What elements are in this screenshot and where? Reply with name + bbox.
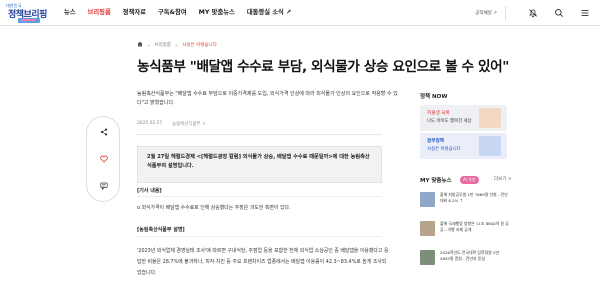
news-item[interactable]: 2026학년도 전국대학 입학정원 2만 4893명 증원…전년과 동일 <box>420 250 510 274</box>
news-headline: 올해 국세행정 방향은 11조 8800억 원 공공…이행 과제 공개 <box>440 221 509 232</box>
breadcrumb: > 브리핑룸 > 사실은 이렇습니다 <box>137 41 217 49</box>
banner-line2: 사실은 이렇습니다 <box>427 147 461 152</box>
banner-line1: 저출생 극복 <box>427 111 450 116</box>
summary-box: 2월 27일 헤럴드경제 <[헤럴드광장 칼럼] 외식물가 상승, 배달앱 수수… <box>137 146 382 183</box>
nav-policy-data[interactable]: 정책자료 <box>123 7 146 19</box>
policy-now-title: 정책 NOW <box>420 94 448 100</box>
ai-badge: AI 추천 <box>460 176 479 184</box>
section-heading-article: [기사 내용] <box>137 188 162 194</box>
banner-image <box>479 108 501 128</box>
breadcrumb-separator: > <box>147 42 151 48</box>
bell-slash-icon[interactable] <box>526 6 540 20</box>
header-right: 공직채널 ↗ <box>475 4 592 22</box>
banner-line1: 정부정책 <box>427 139 444 144</box>
article-paragraph: o 외식가격이 배달앱 수수료로 인해 상승했다는 주장은 과도한 측면이 있다… <box>137 205 291 211</box>
header-separator <box>505 6 506 20</box>
my-news-title: MY 맞춤뉴스 <box>420 178 452 184</box>
news-thumbnail <box>420 221 435 236</box>
article-source-link[interactable]: 농림축산식품부 ↗ <box>172 121 205 127</box>
article-date: 2025.02.27 <box>137 121 163 126</box>
breadcrumb-separator: > <box>174 42 179 48</box>
logo-mark <box>18 18 40 23</box>
news-headline: 올해 지방공무원 1만 7669명 선발…전년대비 8.2% ↑ <box>440 192 508 203</box>
news-thumbnail <box>420 192 435 207</box>
share-toolbar <box>86 116 120 202</box>
news-thumbnail <box>420 250 435 265</box>
nav-news[interactable]: 뉴스 <box>64 7 76 19</box>
breadcrumb-briefing-room[interactable]: 브리핑룸 <box>154 42 171 48</box>
menu-icon[interactable] <box>578 6 592 20</box>
banner-line2: 나도 아이도 행복한 세상 <box>427 119 472 124</box>
banner-low-birth[interactable]: 저출생 극복 나도 아이도 행복한 세상 <box>420 105 507 131</box>
search-icon[interactable] <box>552 6 566 20</box>
nav-subscribe[interactable]: 구독&참여 <box>158 7 187 19</box>
home-icon[interactable] <box>137 41 143 49</box>
top-header: 대한민국 정책브리핑 뉴스 브리핑룸 정책자료 구독&참여 MY 맞춤뉴스 대통… <box>0 0 600 26</box>
nav-my-news[interactable]: MY 맞춤뉴스 <box>199 7 235 19</box>
article-paragraph: '2023년 외식업체 경영실태 조사'에 따르면 구내식당, 주점업 등을 포… <box>137 248 389 276</box>
more-link[interactable]: 더보기 > <box>494 176 512 182</box>
site-logo[interactable]: 대한민국 정책브리핑 <box>6 3 48 23</box>
news-item[interactable]: 올해 지방공무원 1만 7669명 선발…전년대비 8.2% ↑ <box>420 192 510 216</box>
share-icon[interactable] <box>99 127 109 137</box>
article-lead: 농림축산식품부는 "배달앱 수수료 부담으로 이중가격제를 도입, 외식가격 인… <box>137 91 398 106</box>
main-nav: 뉴스 브리핑룸 정책자료 구독&참여 MY 맞춤뉴스 대통령실 소식 ↗ <box>64 7 303 19</box>
news-item[interactable]: 올해 국세행정 방향은 11조 8800억 원 공공…이행 과제 공개 <box>420 221 510 245</box>
heart-icon[interactable] <box>99 154 109 164</box>
banner-image <box>479 136 501 156</box>
meta-divider <box>137 134 382 135</box>
news-headline: 2026학년도 전국대학 입학정원 2만 4893명 증원…전년과 동일 <box>440 250 500 261</box>
comment-icon[interactable] <box>99 181 109 191</box>
breadcrumb-current[interactable]: 사실은 이렇습니다 <box>182 42 217 48</box>
article-meta: 2025.02.27 농림축산식품부 ↗ <box>137 121 206 127</box>
section-divider <box>137 196 382 197</box>
nav-briefing-room[interactable]: 브리핑룸 <box>88 7 111 19</box>
page-title: 농식품부 "배달앱 수수료 부담, 외식물가 상승 요인으로 볼 수 있어" <box>137 59 509 75</box>
section-heading-explanation: [농림축산식품부 설명] <box>137 227 185 233</box>
banner-policy-facts[interactable]: 정부정책 사실은 이렇습니다 <box>420 133 507 159</box>
nav-presidential-office[interactable]: 대통령실 소식 ↗ <box>247 7 291 19</box>
public-channel-link[interactable]: 공직채널 ↗ <box>475 10 497 16</box>
section-divider <box>137 236 382 237</box>
